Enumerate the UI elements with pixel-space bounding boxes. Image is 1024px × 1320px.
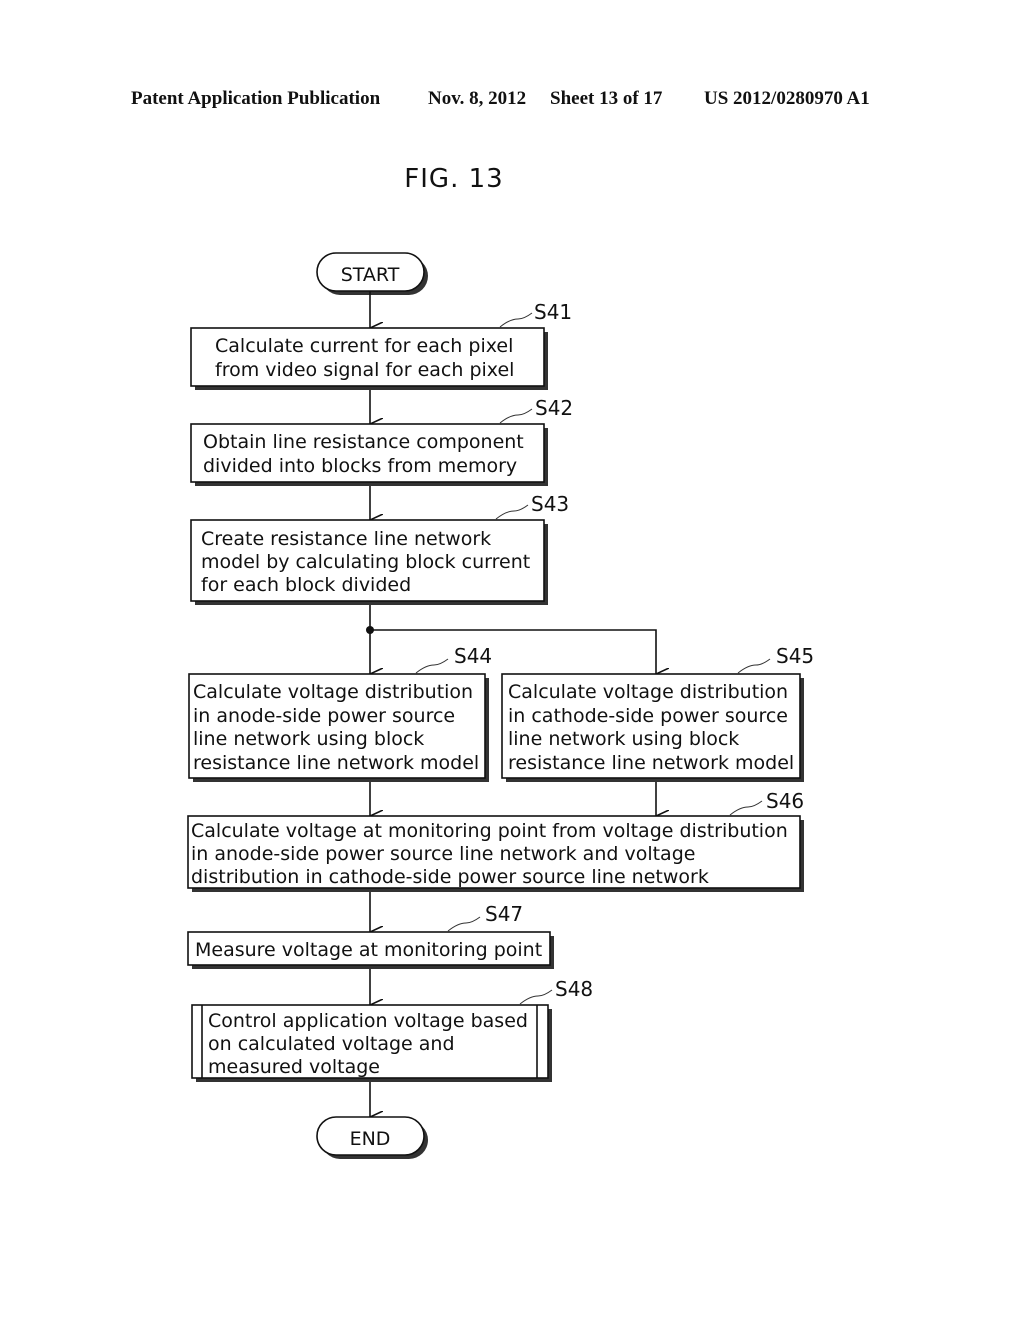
step-s42-leader (499, 408, 533, 424)
step-s48-line-2: on calculated voltage and (208, 1033, 455, 1055)
step-s45-label: S45 (776, 644, 814, 668)
branch-junction-dot (366, 626, 374, 634)
step-s47-leader (447, 916, 481, 932)
end-label: END (350, 1128, 391, 1150)
step-s44-line-4: resistance line network model (193, 752, 479, 774)
step-s43: Create resistance line network model by … (190, 492, 569, 605)
step-s41-line-2: from video signal for each pixel (215, 359, 514, 381)
step-s45-line-1: Calculate voltage distribution (508, 681, 788, 703)
step-s46-leader (729, 800, 763, 816)
step-s44-line-3: line network using block (193, 728, 424, 750)
step-s45-line-3: line network using block (508, 728, 739, 750)
step-s44-line-2: in anode-side power source (193, 705, 455, 727)
step-s46-line-1: Calculate voltage at monitoring point fr… (191, 820, 788, 842)
step-s44-leader (415, 658, 449, 674)
step-s44-label: S44 (454, 644, 492, 668)
step-s46: Calculate voltage at monitoring point fr… (187, 789, 804, 892)
step-s44: Calculate voltage distribution in anode-… (188, 644, 492, 782)
step-s41-line-1: Calculate current for each pixel (215, 335, 513, 357)
step-s42-label: S42 (535, 396, 573, 420)
step-s41-leader (499, 312, 533, 328)
start-terminal: START (316, 252, 428, 295)
step-s43-line-3: for each block divided (201, 574, 411, 596)
start-label: START (341, 264, 400, 286)
step-s42-line-2: divided into blocks from memory (203, 455, 517, 477)
step-s43-leader (495, 504, 529, 520)
step-s46-label: S46 (766, 789, 804, 813)
step-s47-label: S47 (485, 902, 523, 926)
step-s45-line-4: resistance line network model (508, 752, 794, 774)
step-s41-label: S41 (534, 300, 572, 324)
step-s46-line-2: in anode-side power source line network … (191, 843, 695, 865)
step-s48-label: S48 (555, 977, 593, 1001)
step-s41: Calculate current for each pixel from vi… (190, 300, 572, 390)
step-s48-line-1: Control application voltage based (208, 1010, 528, 1032)
flowchart: START Calculate current for each pixel f… (187, 252, 814, 1159)
step-s48-line-3: measured voltage (208, 1056, 380, 1078)
step-s45-line-2: in cathode-side power source (508, 705, 788, 727)
step-s47-line-1: Measure voltage at monitoring point (195, 939, 542, 961)
step-s42: Obtain line resistance component divided… (190, 396, 573, 486)
step-s44-line-1: Calculate voltage distribution (193, 681, 473, 703)
step-s43-line-1: Create resistance line network (201, 528, 491, 550)
end-terminal: END (316, 1116, 428, 1159)
arrow-branch-s45 (370, 629, 656, 674)
step-s48: Control application voltage based on cal… (191, 977, 593, 1082)
step-s47: Measure voltage at monitoring point S47 (187, 902, 554, 969)
step-s43-line-2: model by calculating block current (201, 551, 530, 573)
step-s45: Calculate voltage distribution in cathod… (501, 644, 814, 782)
step-s42-line-1: Obtain line resistance component (203, 431, 524, 453)
step-s48-leader (519, 989, 553, 1005)
step-s46-line-3: distribution in cathode-side power sourc… (191, 866, 709, 888)
step-s43-label: S43 (531, 492, 569, 516)
step-s45-leader (737, 658, 771, 674)
